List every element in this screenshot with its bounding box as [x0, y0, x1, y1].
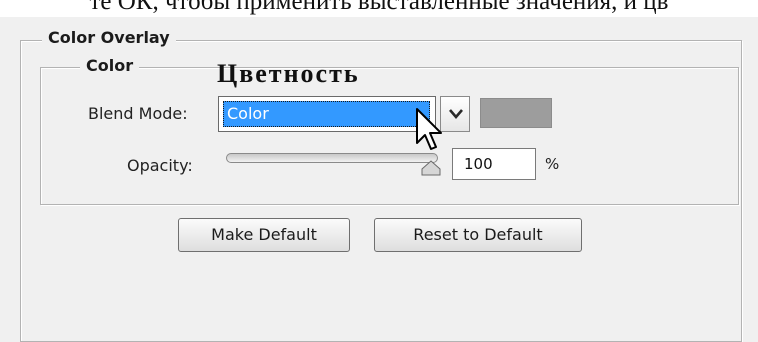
opacity-label: Opacity: [127, 156, 193, 175]
opacity-value-input[interactable]: 100 [452, 148, 536, 180]
blend-mode-selected-value: Color [223, 101, 430, 127]
color-section-title: Color [80, 56, 140, 76]
annotation-label: Цветность [217, 59, 360, 88]
cursor-arrow-icon [416, 108, 442, 150]
color-overlay-title: Color Overlay [42, 28, 176, 48]
blend-mode-label: Blend Mode: [88, 104, 188, 123]
opacity-slider-track[interactable] [226, 153, 438, 163]
reset-to-default-button[interactable]: Reset to Default [374, 218, 582, 252]
make-default-button[interactable]: Make Default [178, 218, 350, 252]
chevron-down-icon [449, 109, 463, 119]
color-section-group [40, 67, 739, 205]
page-caption: те ОК, чтобы применить выставленные знач… [0, 0, 758, 17]
opacity-slider-thumb[interactable] [421, 160, 441, 176]
blend-mode-select[interactable]: Color [218, 96, 436, 132]
opacity-unit: % [545, 155, 560, 173]
overlay-color-swatch[interactable] [480, 98, 552, 128]
